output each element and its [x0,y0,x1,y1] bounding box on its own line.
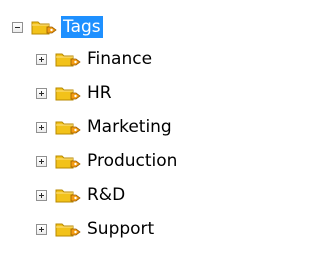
tag-folder-icon [55,220,81,238]
tag-folder-icon [55,152,81,170]
tree-node-label[interactable]: Production [85,150,179,172]
tree-node-label[interactable]: Tags [61,16,103,38]
tree-node-finance[interactable]: Finance [36,44,154,74]
tree-view: Tags Finance HR Marketing Production R&D… [0,0,245,254]
tree-node-root[interactable]: Tags [12,12,103,42]
tag-folder-icon [55,118,81,136]
tree-node-production[interactable]: Production [36,146,179,176]
tree-node-marketing[interactable]: Marketing [36,112,174,142]
tree-node-label[interactable]: HR [85,82,114,104]
tag-folder-icon [55,50,81,68]
expand-toggle-icon[interactable] [36,155,47,167]
tag-folder-icon [31,18,57,36]
tree-node-rnd[interactable]: R&D [36,180,127,210]
expand-toggle-icon[interactable] [36,223,47,235]
tree-node-support[interactable]: Support [36,214,156,244]
tree-node-label[interactable]: R&D [85,184,127,206]
expand-toggle-icon[interactable] [36,87,47,99]
tree-node-hr[interactable]: HR [36,78,114,108]
tree-node-label[interactable]: Finance [85,48,154,70]
tag-folder-icon [55,186,81,204]
expand-toggle-icon[interactable] [36,121,47,133]
collapse-toggle-icon[interactable] [12,21,23,33]
expand-toggle-icon[interactable] [36,189,47,201]
expand-toggle-icon[interactable] [36,53,47,65]
tree-node-label[interactable]: Support [85,218,156,240]
tag-folder-icon [55,84,81,102]
tree-node-label[interactable]: Marketing [85,116,174,138]
